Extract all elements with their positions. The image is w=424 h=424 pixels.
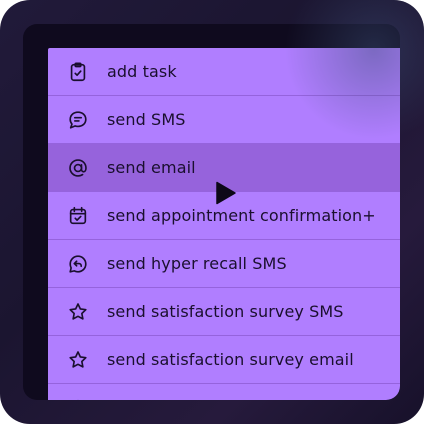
menu-item-label: send satisfaction survey email (107, 350, 354, 369)
menu-item-label: send email (107, 158, 196, 177)
menu-item-send-satisfaction-survey-email[interactable]: send satisfaction survey email (48, 336, 400, 384)
menu-item-send-satisfaction-survey-sms[interactable]: send satisfaction survey SMS (48, 288, 400, 336)
inner-panel: add task send SMS send email send appoin… (23, 24, 400, 400)
menu-item-label: send satisfaction survey SMS (107, 302, 344, 321)
star-icon (67, 301, 89, 323)
menu-item-send-sms[interactable]: send SMS (48, 96, 400, 144)
play-cursor-icon (214, 180, 238, 206)
message-reply-icon (67, 253, 89, 275)
menu-item-label: send appointment confirmation+ (107, 206, 376, 225)
menu-item-send-hyper-recall-sms[interactable]: send hyper recall SMS (48, 240, 400, 288)
menu-item-label: add task (107, 62, 177, 81)
menu-item-partial[interactable] (48, 384, 400, 400)
at-sign-icon (67, 157, 89, 179)
partial-icon (67, 397, 89, 400)
menu-item-label: send hyper recall SMS (107, 254, 287, 273)
menu-item-label: send SMS (107, 110, 186, 129)
message-icon (67, 109, 89, 131)
clipboard-check-icon (67, 61, 89, 83)
menu-item-add-task[interactable]: add task (48, 48, 400, 96)
star-icon (67, 349, 89, 371)
calendar-check-icon (67, 205, 89, 227)
action-menu: add task send SMS send email send appoin… (48, 48, 400, 400)
outer-frame: add task send SMS send email send appoin… (0, 0, 424, 424)
